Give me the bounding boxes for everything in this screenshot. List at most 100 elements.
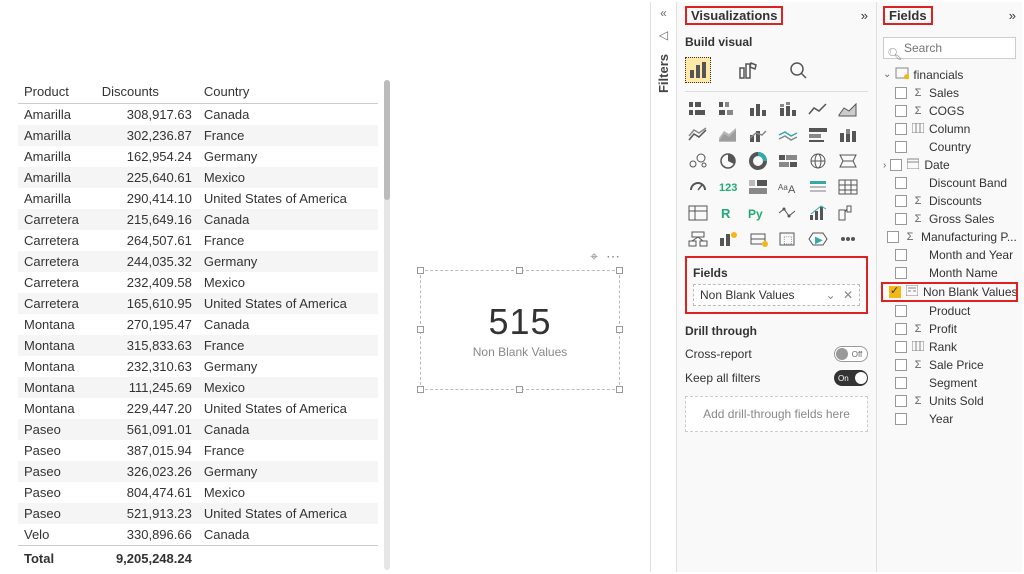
viz-type-4[interactable] (805, 98, 831, 120)
viz-type-15[interactable] (775, 150, 801, 172)
field-month-and-year[interactable]: Month and Year (883, 246, 1016, 264)
viz-type-34[interactable]: ▶ (805, 228, 831, 250)
table-row[interactable]: Velo330,896.66Canada (18, 524, 378, 546)
field-checkbox[interactable] (895, 413, 907, 425)
table-row[interactable]: Amarilla308,917.63Canada (18, 104, 378, 126)
field-sale-price[interactable]: ΣSale Price (883, 356, 1016, 374)
field-discount-band[interactable]: Discount Band (883, 174, 1016, 192)
table-node[interactable]: ⌄ financials (883, 65, 1016, 84)
card-visual[interactable]: ⌖ ⋯ 515 Non Blank Values (420, 270, 620, 390)
collapse-viz-icon[interactable]: » (861, 8, 868, 23)
viz-type-26[interactable]: Py (745, 202, 771, 224)
viz-type-25[interactable]: R (715, 202, 741, 224)
field-year[interactable]: Year (883, 410, 1016, 428)
field-rank[interactable]: Rank (883, 338, 1016, 356)
field-checkbox[interactable] (895, 323, 907, 335)
table-row[interactable]: Paseo326,023.26Germany (18, 461, 378, 482)
viz-type-13[interactable] (715, 150, 741, 172)
field-checkbox[interactable] (895, 141, 907, 153)
viz-type-17[interactable] (835, 150, 861, 172)
cross-report-toggle[interactable]: Off (834, 346, 868, 362)
remove-field-icon[interactable]: ✕ (843, 288, 853, 302)
viz-type-0[interactable] (685, 98, 711, 120)
table-row[interactable]: Amarilla302,236.87France (18, 125, 378, 146)
viz-type-24[interactable] (685, 202, 711, 224)
table-row[interactable]: Montana111,245.69Mexico (18, 377, 378, 398)
viz-type-11[interactable] (835, 124, 861, 146)
viz-type-12[interactable] (685, 150, 711, 172)
table-scrollbar[interactable] (384, 80, 390, 570)
viz-type-21[interactable]: AaA (775, 176, 801, 198)
viz-type-28[interactable] (805, 202, 831, 224)
viz-type-33[interactable]: ⬚ (775, 228, 801, 250)
field-discounts[interactable]: ΣDiscounts (883, 192, 1016, 210)
viz-type-9[interactable] (775, 124, 801, 146)
table-row[interactable]: Carretera165,610.95United States of Amer… (18, 293, 378, 314)
viz-type-29[interactable] (835, 202, 861, 224)
table-row[interactable]: Paseo521,913.23United States of America (18, 503, 378, 524)
drill-through-dropzone[interactable]: Add drill-through fields here (685, 396, 868, 432)
viz-type-6[interactable] (685, 124, 711, 146)
format-tab-icon[interactable] (735, 57, 761, 83)
table-row[interactable]: Paseo387,015.94France (18, 440, 378, 461)
viz-type-1[interactable] (715, 98, 741, 120)
table-row[interactable]: Montana232,310.63Germany (18, 356, 378, 377)
field-profit[interactable]: ΣProfit (883, 320, 1016, 338)
build-tab-icon[interactable] (685, 57, 711, 83)
viz-type-14[interactable] (745, 150, 771, 172)
column-header[interactable]: Discounts (96, 80, 198, 104)
viz-type-2[interactable] (745, 98, 771, 120)
table-row[interactable]: Amarilla162,954.24Germany (18, 146, 378, 167)
field-gross-sales[interactable]: ΣGross Sales (883, 210, 1016, 228)
filters-pane-collapsed[interactable]: « ◁ Filters (650, 2, 676, 572)
viz-type-31[interactable] (715, 228, 741, 250)
field-segment[interactable]: Segment (883, 374, 1016, 392)
filter-funnel-icon[interactable]: ⌖ (590, 248, 598, 265)
column-header[interactable]: Country (198, 80, 378, 104)
field-sales[interactable]: ΣSales (883, 84, 1016, 102)
viz-type-20[interactable] (745, 176, 771, 198)
viz-type-16[interactable] (805, 150, 831, 172)
table-row[interactable]: Paseo804,474.61Mexico (18, 482, 378, 503)
search-input[interactable] (883, 37, 1016, 59)
keep-filters-toggle[interactable]: On (834, 370, 868, 386)
field-checkbox[interactable] (895, 359, 907, 371)
chevron-down-icon[interactable]: ⌄ (826, 288, 836, 302)
field-checkbox[interactable] (895, 105, 907, 117)
viz-type-10[interactable] (805, 124, 831, 146)
field-checkbox[interactable] (895, 377, 907, 389)
field-column[interactable]: Column (883, 120, 1016, 138)
table-row[interactable]: Amarilla290,414.10United States of Ameri… (18, 188, 378, 209)
viz-type-22[interactable] (805, 176, 831, 198)
table-row[interactable]: Carretera264,507.61France (18, 230, 378, 251)
table-row[interactable]: Paseo561,091.01Canada (18, 419, 378, 440)
analytics-tab-icon[interactable] (785, 57, 811, 83)
collapse-fields-icon[interactable]: » (1009, 8, 1016, 23)
field-month-name[interactable]: Month Name (883, 264, 1016, 282)
viz-type-18[interactable] (685, 176, 711, 198)
viz-type-3[interactable] (775, 98, 801, 120)
table-row[interactable]: Carretera232,409.58Mexico (18, 272, 378, 293)
field-non-blank-values[interactable]: Non Blank Values (881, 282, 1018, 302)
table-row[interactable]: Carretera244,035.32Germany (18, 251, 378, 272)
field-product[interactable]: Product (883, 302, 1016, 320)
field-manufacturing-p-[interactable]: ΣManufacturing P... (883, 228, 1016, 246)
field-cogs[interactable]: ΣCOGS (883, 102, 1016, 120)
table-row[interactable]: Carretera215,649.16Canada (18, 209, 378, 230)
viz-type-23[interactable] (835, 176, 861, 198)
table-row[interactable]: Montana270,195.47Canada (18, 314, 378, 335)
table-row[interactable]: Amarilla225,640.61Mexico (18, 167, 378, 188)
field-checkbox[interactable] (895, 395, 907, 407)
field-date[interactable]: ›Date (883, 156, 1016, 174)
expand-filters-icon[interactable]: « (651, 2, 676, 24)
viz-type-5[interactable] (835, 98, 861, 120)
table-row[interactable]: Montana229,447.20United States of Americ… (18, 398, 378, 419)
field-checkbox[interactable] (895, 249, 907, 261)
field-checkbox[interactable] (895, 177, 907, 189)
field-country[interactable]: Country (883, 138, 1016, 156)
field-checkbox[interactable] (890, 159, 902, 171)
field-checkbox[interactable] (889, 286, 901, 298)
field-well-item[interactable]: Non Blank Values ⌄ ✕ (693, 284, 860, 306)
report-canvas[interactable]: ProductDiscountsCountry Amarilla308,917.… (0, 0, 650, 574)
viz-type-32[interactable] (745, 228, 771, 250)
